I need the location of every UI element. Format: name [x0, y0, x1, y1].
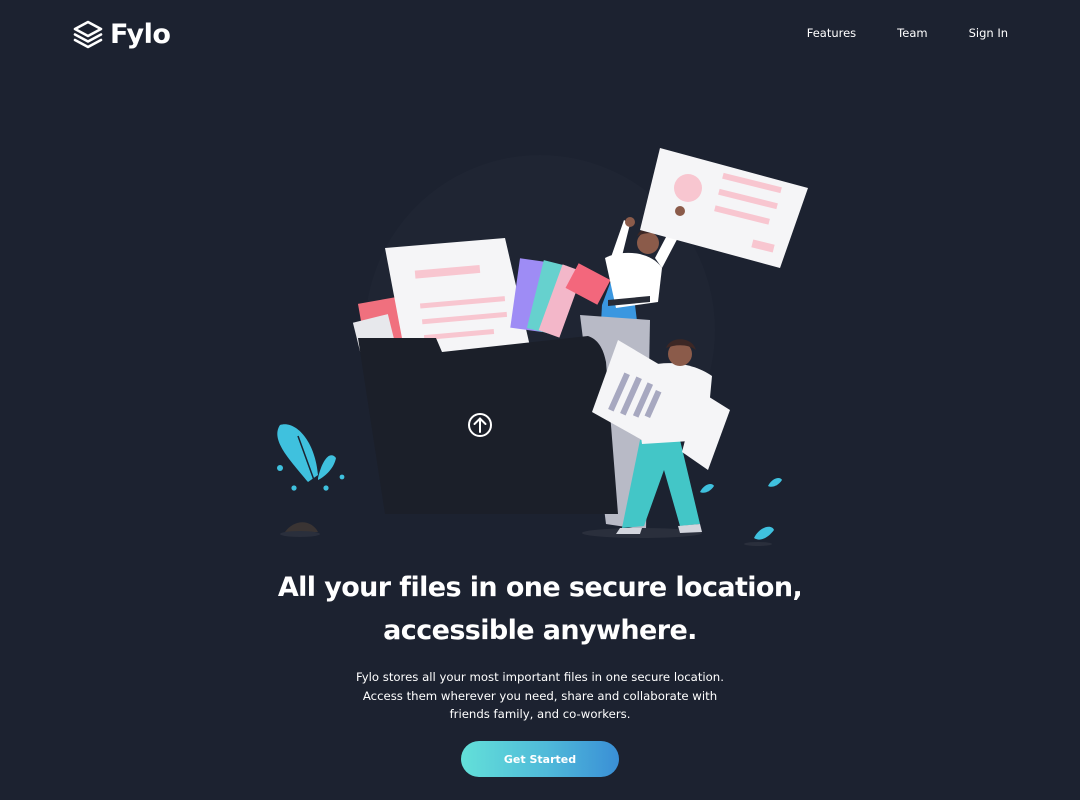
- hero-title-line2: accessible anywhere.: [383, 615, 697, 646]
- stacked-layers-icon: [73, 20, 103, 49]
- nav-link-team[interactable]: Team: [897, 26, 927, 40]
- site-header: Fylo Features Team Sign In: [0, 0, 1080, 70]
- leaves-right: [700, 478, 782, 546]
- hero-illustration: [277, 148, 808, 546]
- hero-description-line3: friends family, and co-workers.: [449, 707, 631, 721]
- get-started-button[interactable]: Get Started: [461, 741, 619, 777]
- logo-text: Fylo: [110, 18, 171, 50]
- nav-link-sign-in[interactable]: Sign In: [969, 26, 1008, 40]
- folder: [358, 315, 650, 530]
- hero-title: All your files in one secure location, a…: [0, 566, 1080, 652]
- nav-link-features[interactable]: Features: [807, 26, 856, 40]
- fylo-logo[interactable]: Fylo: [72, 17, 171, 51]
- hero-description-line1: Fylo stores all your most important file…: [356, 670, 724, 684]
- hero-title-line1: All your files in one secure location,: [277, 572, 803, 603]
- plant-left: [277, 424, 345, 537]
- main-nav: Features Team Sign In: [807, 26, 1008, 40]
- hero-description-line2: Access them wherever you need, share and…: [362, 688, 718, 703]
- hero-description: Fylo stores all your most important file…: [350, 668, 730, 724]
